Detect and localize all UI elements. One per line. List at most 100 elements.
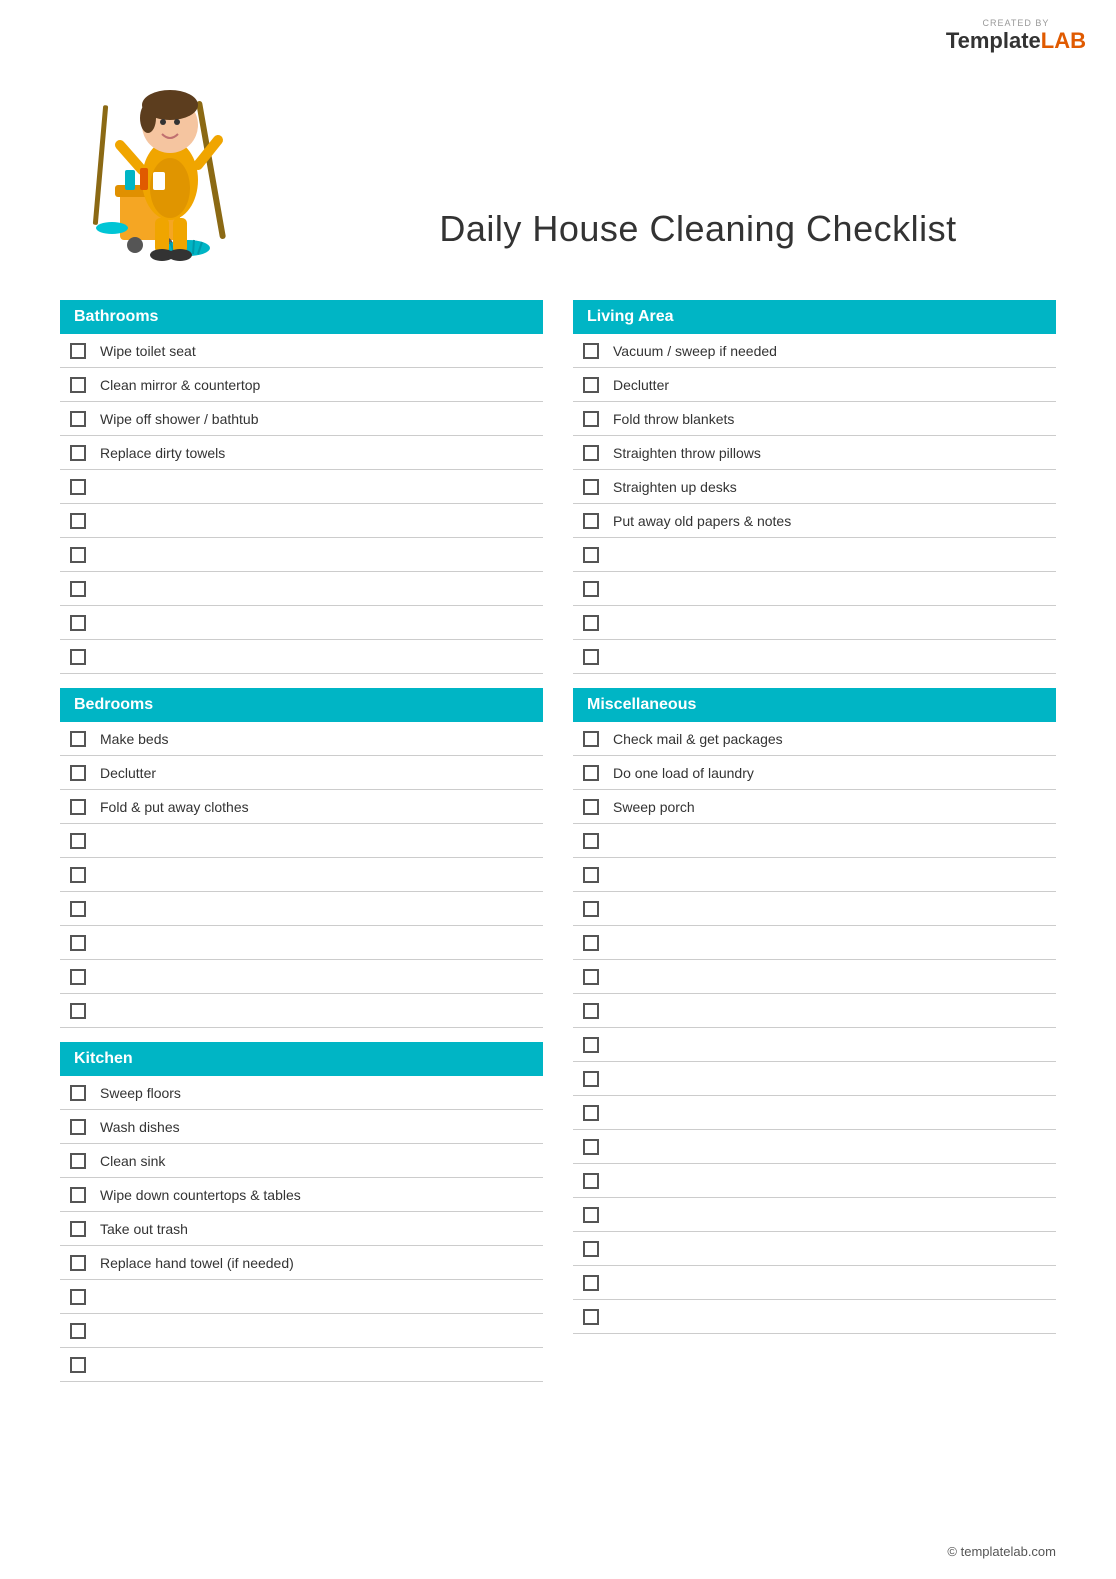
- checklist-item[interactable]: [60, 538, 543, 572]
- checkbox[interactable]: [70, 1289, 86, 1305]
- checklist-item[interactable]: Straighten throw pillows: [573, 436, 1056, 470]
- checkbox[interactable]: [70, 445, 86, 461]
- checklist-item[interactable]: Wipe off shower / bathtub: [60, 402, 543, 436]
- checkbox[interactable]: [583, 1037, 599, 1053]
- checklist-item[interactable]: Clean mirror & countertop: [60, 368, 543, 402]
- checkbox[interactable]: [583, 1207, 599, 1223]
- checkbox[interactable]: [70, 935, 86, 951]
- checkbox[interactable]: [70, 867, 86, 883]
- checkbox[interactable]: [583, 411, 599, 427]
- checkbox[interactable]: [70, 1187, 86, 1203]
- checkbox[interactable]: [583, 1241, 599, 1257]
- checkbox[interactable]: [70, 731, 86, 747]
- checkbox[interactable]: [583, 731, 599, 747]
- checkbox[interactable]: [583, 935, 599, 951]
- checkbox[interactable]: [70, 1255, 86, 1271]
- checklist-item[interactable]: Wipe toilet seat: [60, 334, 543, 368]
- checklist-item[interactable]: [573, 640, 1056, 674]
- checkbox[interactable]: [583, 377, 599, 393]
- checkbox[interactable]: [70, 411, 86, 427]
- checklist-item[interactable]: [60, 824, 543, 858]
- checklist-item[interactable]: Put away old papers & notes: [573, 504, 1056, 538]
- checkbox[interactable]: [70, 1085, 86, 1101]
- checkbox[interactable]: [583, 343, 599, 359]
- checklist-item[interactable]: [573, 1062, 1056, 1096]
- checkbox[interactable]: [583, 1173, 599, 1189]
- checklist-item[interactable]: [60, 504, 543, 538]
- checklist-item[interactable]: [573, 824, 1056, 858]
- checkbox[interactable]: [583, 1309, 599, 1325]
- checkbox[interactable]: [70, 969, 86, 985]
- checklist-item[interactable]: [573, 1300, 1056, 1334]
- checklist-item[interactable]: Wash dishes: [60, 1110, 543, 1144]
- checklist-item[interactable]: Sweep porch: [573, 790, 1056, 824]
- checkbox[interactable]: [583, 1275, 599, 1291]
- checklist-item[interactable]: [573, 960, 1056, 994]
- checklist-item[interactable]: [60, 892, 543, 926]
- checklist-item[interactable]: [573, 994, 1056, 1028]
- checklist-item[interactable]: [573, 606, 1056, 640]
- checkbox[interactable]: [70, 377, 86, 393]
- checkbox[interactable]: [583, 445, 599, 461]
- checkbox[interactable]: [583, 901, 599, 917]
- checklist-item[interactable]: [573, 1266, 1056, 1300]
- checkbox[interactable]: [70, 1003, 86, 1019]
- checkbox[interactable]: [583, 765, 599, 781]
- checkbox[interactable]: [583, 867, 599, 883]
- checklist-item[interactable]: [60, 606, 543, 640]
- checkbox[interactable]: [70, 1221, 86, 1237]
- checkbox[interactable]: [70, 901, 86, 917]
- checklist-item[interactable]: [573, 572, 1056, 606]
- checkbox[interactable]: [70, 833, 86, 849]
- checklist-item[interactable]: Replace dirty towels: [60, 436, 543, 470]
- checkbox[interactable]: [583, 833, 599, 849]
- checklist-item[interactable]: [573, 1232, 1056, 1266]
- checklist-item[interactable]: [60, 1280, 543, 1314]
- checkbox[interactable]: [583, 969, 599, 985]
- checklist-item[interactable]: Take out trash: [60, 1212, 543, 1246]
- checklist-item[interactable]: [60, 572, 543, 606]
- checklist-item[interactable]: [573, 858, 1056, 892]
- checkbox[interactable]: [70, 547, 86, 563]
- checklist-item[interactable]: [60, 1314, 543, 1348]
- checkbox[interactable]: [583, 1105, 599, 1121]
- checklist-item[interactable]: Vacuum / sweep if needed: [573, 334, 1056, 368]
- checkbox[interactable]: [70, 1153, 86, 1169]
- checklist-item[interactable]: [60, 470, 543, 504]
- checklist-item[interactable]: [60, 960, 543, 994]
- checkbox[interactable]: [70, 1357, 86, 1373]
- checklist-item[interactable]: [573, 1130, 1056, 1164]
- checklist-item[interactable]: Straighten up desks: [573, 470, 1056, 504]
- checkbox[interactable]: [70, 1323, 86, 1339]
- checkbox[interactable]: [583, 513, 599, 529]
- checkbox[interactable]: [70, 581, 86, 597]
- checkbox[interactable]: [70, 343, 86, 359]
- checkbox[interactable]: [70, 479, 86, 495]
- checklist-item[interactable]: [60, 640, 543, 674]
- checkbox[interactable]: [583, 581, 599, 597]
- checklist-item[interactable]: Declutter: [60, 756, 543, 790]
- checklist-item[interactable]: Do one load of laundry: [573, 756, 1056, 790]
- checklist-item[interactable]: Clean sink: [60, 1144, 543, 1178]
- checkbox[interactable]: [70, 513, 86, 529]
- checkbox[interactable]: [70, 615, 86, 631]
- checkbox[interactable]: [583, 615, 599, 631]
- checklist-item[interactable]: [573, 1198, 1056, 1232]
- checkbox[interactable]: [70, 765, 86, 781]
- checklist-item[interactable]: [60, 994, 543, 1028]
- checklist-item[interactable]: [573, 926, 1056, 960]
- checkbox[interactable]: [70, 649, 86, 665]
- checklist-item[interactable]: [573, 892, 1056, 926]
- checklist-item[interactable]: Make beds: [60, 722, 543, 756]
- checkbox[interactable]: [583, 799, 599, 815]
- checklist-item[interactable]: Fold throw blankets: [573, 402, 1056, 436]
- checkbox[interactable]: [70, 799, 86, 815]
- checklist-item[interactable]: Check mail & get packages: [573, 722, 1056, 756]
- checkbox[interactable]: [70, 1119, 86, 1135]
- checklist-item[interactable]: Declutter: [573, 368, 1056, 402]
- checklist-item[interactable]: Replace hand towel (if needed): [60, 1246, 543, 1280]
- checkbox[interactable]: [583, 479, 599, 495]
- checkbox[interactable]: [583, 547, 599, 563]
- checklist-item[interactable]: Wipe down countertops & tables: [60, 1178, 543, 1212]
- checkbox[interactable]: [583, 1139, 599, 1155]
